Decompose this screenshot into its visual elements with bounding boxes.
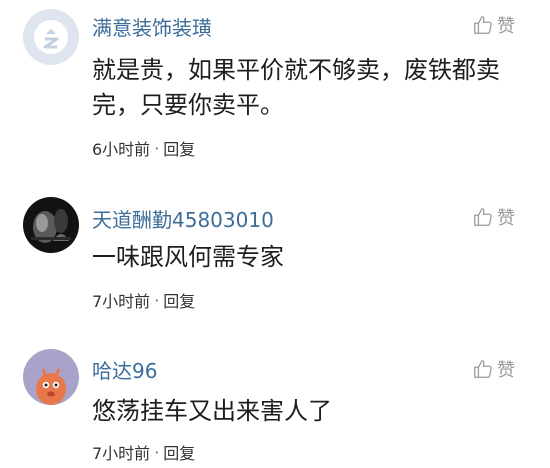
username[interactable]: 哈达96: [92, 355, 157, 384]
comment-item: 哈达96 赞 悠荡挂车又出来害人了 7小时前 · 回复: [0, 318, 550, 468]
reply-button[interactable]: 回复: [163, 288, 195, 312]
dark-photo-avatar[interactable]: [23, 197, 79, 253]
cartoon-avatar[interactable]: [23, 349, 79, 405]
thumbs-up-icon: [472, 358, 494, 380]
comment-text: 悠荡挂车又出来害人了: [92, 397, 332, 425]
comment-text: 就是贵，如果平价就不够卖，废铁都卖完，只要你卖平。: [92, 56, 500, 119]
separator-dot: ·: [154, 290, 160, 310]
default-avatar-icon[interactable]: [23, 9, 79, 65]
reply-button[interactable]: 回复: [163, 440, 195, 464]
comment-meta: 7小时前 · 回复: [92, 440, 195, 464]
username[interactable]: 满意装饰装璜: [92, 12, 212, 41]
like-button[interactable]: 赞: [472, 356, 515, 382]
like-label: 赞: [497, 16, 515, 37]
like-label: 赞: [497, 360, 515, 381]
comment-meta: 6小时前 · 回复: [92, 136, 195, 160]
timestamp: 7小时前: [92, 444, 151, 463]
timestamp: 7小时前: [92, 292, 151, 311]
timestamp: 6小时前: [92, 140, 151, 159]
comment-item: 天道酬勤45803010 赞 一味跟风何需专家 7小时前 · 回复: [0, 168, 550, 318]
comment-text: 一味跟风何需专家: [92, 243, 284, 271]
like-label: 赞: [497, 208, 515, 229]
like-button[interactable]: 赞: [472, 204, 515, 230]
username[interactable]: 天道酬勤45803010: [92, 204, 274, 233]
comment-meta: 7小时前 · 回复: [92, 288, 195, 312]
separator-dot: ·: [154, 138, 160, 158]
reply-button[interactable]: 回复: [163, 136, 195, 160]
thumbs-up-icon: [472, 14, 494, 36]
comment-item: 满意装饰装璜 赞 就是贵，如果平价就不够卖，废铁都卖完，只要你卖平。 6小时前 …: [0, 0, 550, 168]
like-button[interactable]: 赞: [472, 12, 515, 38]
separator-dot: ·: [154, 442, 160, 462]
thumbs-up-icon: [472, 206, 494, 228]
